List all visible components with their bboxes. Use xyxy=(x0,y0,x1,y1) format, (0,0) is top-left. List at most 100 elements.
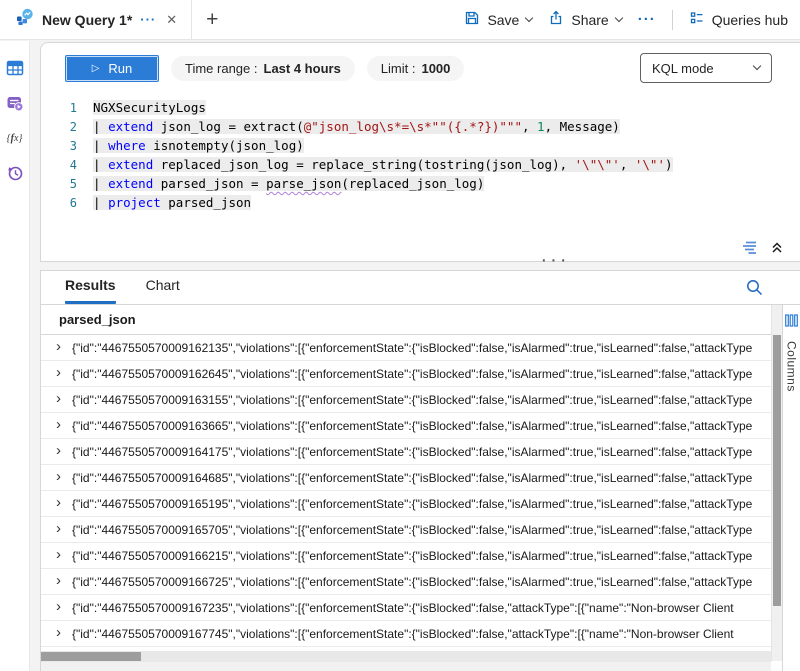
horizontal-scrollbar[interactable] xyxy=(41,651,771,662)
row-json-text: {"id":"4467550570009166725","violations"… xyxy=(72,575,771,589)
line-number: 6 xyxy=(41,196,77,210)
columns-panel-label: Columns xyxy=(785,341,799,392)
expand-chevron-icon[interactable]: › xyxy=(56,443,61,458)
line-number: 1 xyxy=(41,101,77,115)
editor-footer-actions xyxy=(742,240,784,254)
chevron-down-icon[interactable] xyxy=(614,13,622,21)
code-line[interactable]: 4| extend replaced_json_log = replace_st… xyxy=(41,155,800,174)
table-row[interactable]: › {"id":"4467550570009167745","violations… xyxy=(41,621,771,647)
tables-icon[interactable] xyxy=(6,59,24,77)
share-button[interactable]: Share xyxy=(548,10,621,29)
query-history-icon[interactable] xyxy=(6,164,24,182)
code-line[interactable]: 2 | extend json_log = extract(@"json_log\… xyxy=(41,117,800,136)
row-json-text: {"id":"4467550570009166215","violations"… xyxy=(72,549,771,563)
expand-chevron-icon[interactable]: › xyxy=(56,625,61,640)
expand-chevron-icon[interactable]: › xyxy=(56,339,61,354)
columns-side-panel[interactable]: Columns xyxy=(782,305,800,671)
query-editor-panel: ▷ Run Time range : Last 4 hours Limit : … xyxy=(40,42,800,262)
time-range-value: Last 4 hours xyxy=(264,61,341,76)
queries-hub-label: Queries hub xyxy=(712,12,788,28)
tab-results[interactable]: Results xyxy=(65,277,116,304)
expand-chevron-icon[interactable]: › xyxy=(56,391,61,406)
table-row[interactable]: › {"id":"4467550570009166215","violations… xyxy=(41,543,771,569)
horizontal-scrollbar-thumb[interactable] xyxy=(41,652,141,661)
code-text[interactable]: | extend replaced_json_log = replace_str… xyxy=(93,157,673,172)
row-json-text: {"id":"4467550570009164685","violations"… xyxy=(72,471,771,485)
run-button[interactable]: ▷ Run xyxy=(65,55,159,82)
save-button[interactable]: Save xyxy=(464,10,532,29)
code-text[interactable]: | extend parsed_json = parse_json(replac… xyxy=(93,176,484,191)
time-range-label: Time range : xyxy=(185,61,258,76)
expand-chevron-icon[interactable]: › xyxy=(56,599,61,614)
query-mode-dropdown[interactable]: KQL mode xyxy=(640,53,772,83)
table-row[interactable]: ›{"id":"4467550570009163665","violations… xyxy=(41,413,771,439)
bottom-strip xyxy=(41,662,771,671)
query-editor-icon[interactable] xyxy=(6,94,24,112)
expand-chevron-icon[interactable]: › xyxy=(56,547,61,562)
table-row[interactable]: › {"id":"4467550570009165705","violations… xyxy=(41,517,771,543)
table-row[interactable]: ›{"id":"4467550570009165195","violations… xyxy=(41,491,771,517)
code-line[interactable]: 6 | project parsed_json xyxy=(41,193,800,212)
queries-hub-button[interactable]: Queries hub xyxy=(689,10,788,29)
tab-chart[interactable]: Chart xyxy=(146,277,180,304)
row-json-text: {"id":"4467550570009162135","violations"… xyxy=(72,341,771,355)
expand-chevron-icon[interactable]: › xyxy=(56,365,61,380)
code-text[interactable]: | project parsed_json xyxy=(93,195,251,210)
expand-chevron-icon[interactable]: › xyxy=(56,521,61,536)
left-navigation-rail: {fx} xyxy=(0,41,30,671)
tab-more-icon[interactable]: ··· xyxy=(140,12,156,27)
results-panel: Results Chart parsed_json ›{"id":"446755… xyxy=(40,270,800,671)
query-tab[interactable]: New Query 1* ··· ✕ xyxy=(0,0,192,39)
table-row[interactable]: › {"id":"4467550570009163155","violations… xyxy=(41,387,771,413)
row-json-text: {"id":"4467550570009163155","violations"… xyxy=(72,393,771,407)
columns-icon xyxy=(785,314,798,332)
table-row[interactable]: › {"id":"4467550570009164175","violations… xyxy=(41,439,771,465)
table-row[interactable]: › {"id":"4467550570009166725","violations… xyxy=(41,569,771,595)
code-line[interactable]: 3| where isnotempty(json_log) xyxy=(41,136,800,155)
column-header-parsed-json[interactable]: parsed_json xyxy=(41,305,771,335)
time-range-picker[interactable]: Time range : Last 4 hours xyxy=(171,56,355,81)
play-icon: ▷ xyxy=(92,63,100,74)
share-icon xyxy=(548,10,564,29)
format-lines-icon[interactable] xyxy=(742,241,760,254)
expand-chevron-icon[interactable]: › xyxy=(56,417,61,432)
vertical-scrollbar-thumb[interactable] xyxy=(773,335,781,606)
limit-picker[interactable]: Limit : 1000 xyxy=(367,56,465,81)
table-row[interactable]: ›{"id":"4467550570009162645","violations… xyxy=(41,361,771,387)
code-text[interactable]: | extend json_log = extract(@"json_log\s… xyxy=(93,119,620,134)
expand-chevron-icon[interactable]: › xyxy=(56,469,61,484)
vertical-scrollbar[interactable] xyxy=(771,305,782,661)
row-json-text: {"id":"4467550570009165705","violations"… xyxy=(72,523,771,537)
more-commands-icon[interactable]: ··· xyxy=(638,11,656,28)
code-text[interactable]: | where isnotempty(json_log) xyxy=(93,138,304,153)
save-label: Save xyxy=(487,12,519,28)
divider xyxy=(672,10,673,30)
editor-lines[interactable]: 1 NGXSecurityLogs 2 | extend json_log = ext… xyxy=(41,89,800,212)
code-line[interactable]: 5 | extend parsed_json = parse_json(repla… xyxy=(41,174,800,193)
row-json-text: {"id":"4467550570009167745","violations"… xyxy=(72,627,771,641)
expand-chevron-icon[interactable]: › xyxy=(56,573,61,588)
new-tab-button[interactable]: + xyxy=(206,9,218,30)
line-number: 5 xyxy=(41,177,77,191)
tab-close-icon[interactable]: ✕ xyxy=(164,12,179,28)
results-rows: › {"id":"4467550570009162135","violations… xyxy=(41,335,771,647)
collapse-editor-icon[interactable] xyxy=(770,240,784,254)
line-number: 2 xyxy=(41,120,77,134)
table-row[interactable]: › {"id":"4467550570009164685","violations… xyxy=(41,465,771,491)
limit-value: 1000 xyxy=(421,61,450,76)
results-grid: parsed_json › {"id":"4467550570009162135"… xyxy=(41,305,771,671)
expand-chevron-icon[interactable]: › xyxy=(56,495,61,510)
functions-icon[interactable]: {fx} xyxy=(6,129,24,147)
search-icon[interactable] xyxy=(745,278,764,302)
query-mode-value: KQL mode xyxy=(652,61,714,76)
table-row[interactable]: › {"id":"4467550570009162135","violations… xyxy=(41,335,771,361)
panel-resize-handle[interactable]: ··· xyxy=(500,253,610,267)
code-text[interactable]: NGXSecurityLogs xyxy=(93,100,206,115)
queries-hub-icon xyxy=(689,10,705,29)
adx-logo-icon xyxy=(16,8,34,31)
table-row[interactable]: ›{"id":"4467550570009167235","violations… xyxy=(41,595,771,621)
chevron-down-icon[interactable] xyxy=(525,13,533,21)
code-line[interactable]: 1 NGXSecurityLogs xyxy=(41,98,800,117)
row-json-text: {"id":"4467550570009164175","violations"… xyxy=(72,445,771,459)
top-command-bar: New Query 1* ··· ✕ + Save Shar xyxy=(0,0,800,40)
